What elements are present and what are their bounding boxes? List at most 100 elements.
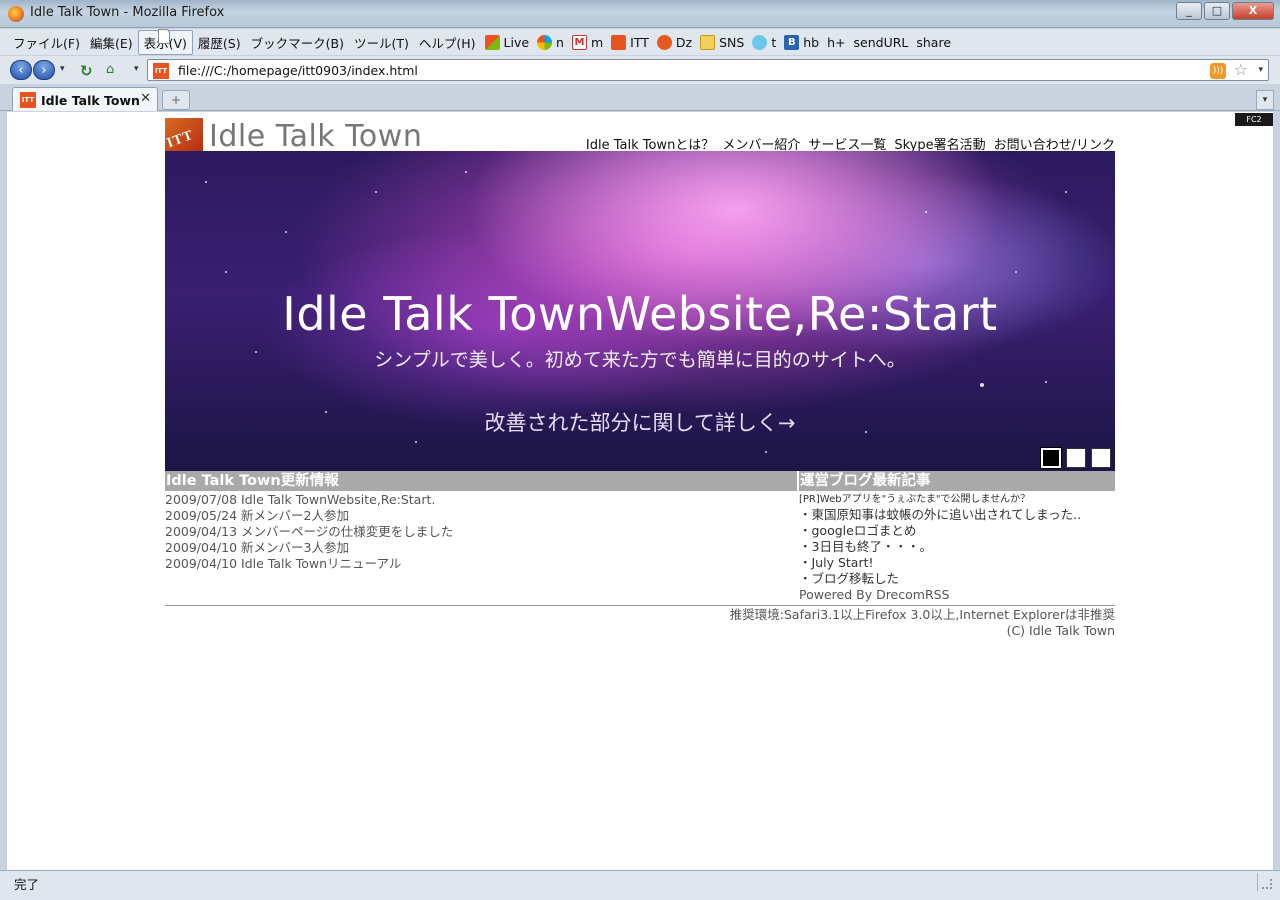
- update-item[interactable]: 2009/05/24 新メンバー2人参加: [165, 508, 797, 524]
- blog-section: 運営ブログ最新記事 [PR]Webアプリを"うぇぶたま"で公開しませんか？ ・東…: [799, 471, 1115, 603]
- window-controls: _ □ X: [1176, 2, 1274, 20]
- tab-idle-talk-town[interactable]: ITT Idle Talk Town ✕: [12, 87, 158, 111]
- copyright: (C) Idle Talk Town: [1006, 623, 1115, 638]
- bookmark-star-icon[interactable]: ☆: [1234, 60, 1248, 79]
- reload-icon[interactable]: ↻: [80, 62, 93, 80]
- menu-file[interactable]: ファイル(F): [8, 31, 85, 54]
- blog-list: ・東国原知事は蚊帳の外に追い出されてしまった.. ・googleロゴまとめ ・3…: [799, 507, 1115, 587]
- bookmark-share[interactable]: share: [158, 29, 955, 50]
- bookmark-sendurl[interactable]: sendURL: [158, 29, 913, 50]
- history-arrows: ‹ ›: [10, 60, 55, 80]
- resize-grip-icon[interactable]: [1262, 879, 1272, 889]
- blog-item[interactable]: ・東国原知事は蚊帳の外に追い出されてしまった..: [799, 507, 1115, 523]
- status-bar: 完了: [0, 870, 1280, 900]
- blog-item[interactable]: ・July Start!: [799, 555, 1115, 571]
- bookmark-t[interactable]: t: [748, 34, 780, 50]
- twitter-icon: [752, 34, 768, 50]
- menu-history[interactable]: 履歴(S): [193, 31, 246, 54]
- bookmark-hplus[interactable]: h+: [158, 29, 849, 50]
- tab-favicon-icon: ITT: [20, 92, 36, 108]
- page-footer: 推奨環境:Safari3.1以上Firefox 3.0以上,Internet E…: [730, 607, 1115, 639]
- window-border-left: [0, 112, 7, 870]
- hero-cta-link[interactable]: 改善された部分に関して詳しく→: [165, 407, 1115, 437]
- address-bar[interactable]: ITT file:///C:/homepage/itt0903/index.ht…: [147, 59, 1269, 81]
- logo-mark: ITT: [165, 118, 203, 154]
- tab-bar: ITT Idle Talk Town ✕ + ▾: [0, 85, 1280, 111]
- bookmark-label: Dz: [675, 34, 693, 50]
- updates-heading: Idle Talk Town更新情報: [165, 471, 797, 491]
- bookmark-label: m: [590, 34, 604, 50]
- bookmark-label: t: [771, 34, 777, 50]
- rss-feed-icon[interactable]: ))): [1210, 63, 1226, 79]
- bookmark-label: h+: [827, 34, 846, 50]
- bookmark-dz[interactable]: Dz: [653, 34, 696, 50]
- menu-bar: ファイル(F) 編集(E) 表示(V) 履歴(S) ブックマーク(B) ツール(…: [0, 29, 1280, 55]
- slide-dot[interactable]: [1091, 448, 1111, 468]
- bookmark-hb[interactable]: Bhb: [780, 34, 823, 50]
- recommended-env: 推奨環境:Safari3.1以上Firefox 3.0以上,Internet E…: [729, 607, 1115, 622]
- maximize-button[interactable]: □: [1204, 2, 1230, 20]
- tab-label: Idle Talk Town: [41, 93, 140, 108]
- slide-indicators: [1040, 447, 1111, 469]
- updates-section: Idle Talk Town更新情報 2009/07/08 Idle Talk …: [165, 471, 797, 572]
- home-icon[interactable]: ⌂: [106, 62, 114, 77]
- menu-tools[interactable]: ツール(T): [349, 31, 414, 54]
- menu-edit[interactable]: 編集(E): [85, 31, 138, 54]
- hero-banner: Idle Talk TownWebsite,Re:Start シンプルで美しく。…: [165, 151, 1115, 471]
- bookmark-label: n: [556, 34, 564, 50]
- url-text[interactable]: file:///C:/homepage/itt0903/index.html: [178, 63, 418, 78]
- update-item[interactable]: 2009/04/13 メンバーページの仕様変更をしました: [165, 524, 797, 540]
- bookmark-label: SNS: [719, 34, 745, 50]
- slide-dot[interactable]: [1066, 448, 1086, 468]
- window-border-right: [1273, 112, 1280, 870]
- blog-pr-link[interactable]: [PR]Webアプリを"うぇぶたま"で公開しませんか？: [799, 493, 1115, 507]
- bookmark-live[interactable]: Live: [481, 34, 534, 50]
- title-bar: Idle Talk Town - Mozilla Firefox _ □ X: [0, 0, 1280, 28]
- history-dropdown-icon[interactable]: ▾: [60, 64, 65, 74]
- update-item[interactable]: 2009/04/10 新メンバー3人参加: [165, 540, 797, 556]
- bookmark-m[interactable]: Mm: [568, 34, 607, 50]
- bookmark-label: share: [916, 34, 952, 50]
- bookmark-label: hb: [803, 34, 820, 50]
- blog-item[interactable]: ・3日目も終了・・・。: [799, 539, 1115, 555]
- logo-text: Idle Talk Town: [209, 119, 423, 154]
- hero-subline: シンプルで美しく。初めて来た方でも簡単に目的のサイトへ。: [374, 349, 906, 371]
- updates-list: 2009/07/08 Idle Talk TownWebsite,Re:Star…: [165, 492, 797, 572]
- slide-dot[interactable]: [1040, 447, 1062, 469]
- hatena-icon: B: [784, 34, 800, 50]
- tab-list-button[interactable]: ▾: [1256, 90, 1274, 110]
- powered-by-link[interactable]: Powered By DrecomRSS: [799, 587, 1115, 603]
- bookmark-sns[interactable]: SNS: [696, 34, 748, 50]
- bookmark-itt[interactable]: ITT: [607, 34, 653, 50]
- folder-icon: [700, 34, 716, 50]
- window-title: Idle Talk Town - Mozilla Firefox: [30, 5, 225, 20]
- forward-button[interactable]: ›: [33, 60, 55, 80]
- fc2-badge[interactable]: FC2: [1235, 113, 1273, 126]
- bookmark-label: sendURL: [853, 34, 909, 50]
- menu-bookmarks[interactable]: ブックマーク(B): [246, 31, 349, 54]
- page-icon: [158, 29, 170, 44]
- minimize-button[interactable]: _: [1176, 2, 1202, 20]
- url-dropdown-icon[interactable]: ▾: [1258, 65, 1263, 75]
- blog-item[interactable]: ・ブログ移転した: [799, 571, 1115, 587]
- footer-divider: [165, 605, 1115, 606]
- close-button[interactable]: X: [1232, 2, 1274, 20]
- bookmark-n[interactable]: n: [533, 34, 568, 50]
- new-tab-button[interactable]: +: [162, 90, 190, 110]
- back-button[interactable]: ‹: [10, 60, 32, 80]
- windows-live-icon: [484, 34, 500, 50]
- status-divider: [1257, 873, 1258, 891]
- menu-help[interactable]: ヘルプ(H): [414, 31, 481, 54]
- update-item[interactable]: 2009/07/08 Idle Talk TownWebsite,Re:Star…: [165, 492, 797, 508]
- bookmark-label: ITT: [630, 34, 649, 50]
- update-item[interactable]: 2009/04/10 Idle Talk Townリニューアル: [165, 556, 797, 572]
- firefox-icon: [8, 6, 24, 22]
- navigation-bar: ‹ › ▾ ↻ ⌂ ▾ ITT file:///C:/homepage/itt0…: [0, 56, 1280, 84]
- dz-icon: [656, 34, 672, 50]
- tab-close-icon[interactable]: ✕: [140, 91, 151, 106]
- page-viewport: FC2 ITT Idle Talk Town Idle Talk Townとは？…: [7, 112, 1273, 870]
- home-dropdown-icon[interactable]: ▾: [134, 64, 139, 74]
- status-text: 完了: [14, 877, 40, 892]
- gmail-icon: M: [571, 34, 587, 50]
- blog-item[interactable]: ・googleロゴまとめ: [799, 523, 1115, 539]
